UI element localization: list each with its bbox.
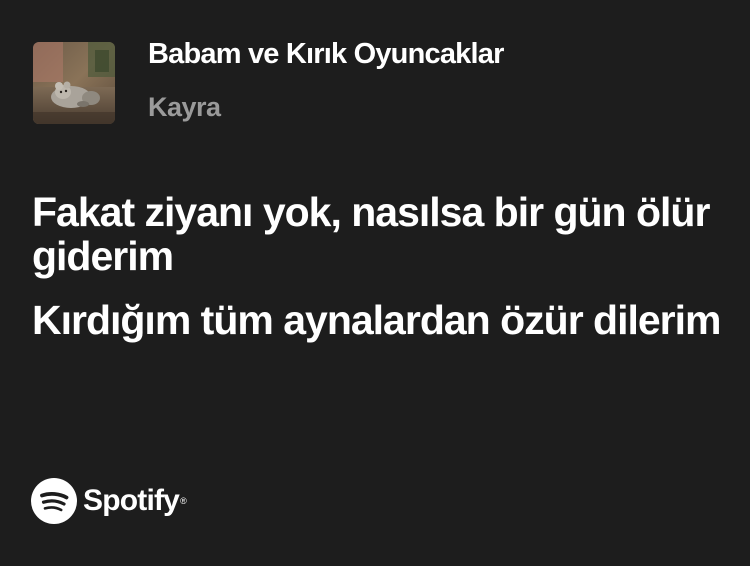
spotify-logo-icon [31, 478, 77, 524]
album-cover-image [33, 42, 115, 124]
lyrics-share-card: Babam ve Kırık Oyuncaklar Kayra Fakat zi… [0, 0, 750, 566]
lyric-line: Kırdığım tüm aynalardan özür dilerim [32, 297, 721, 343]
lyrics-block: Fakat ziyanı yok, nasılsa bir gün ölür g… [32, 190, 722, 362]
album-cover [33, 42, 115, 124]
trademark-symbol: ® [180, 496, 187, 506]
lyric-line: Fakat ziyanı yok, nasılsa bir gün ölür g… [32, 189, 710, 279]
spotify-brand: Spotify ® [31, 478, 187, 524]
track-artist: Kayra [148, 92, 221, 122]
track-title: Babam ve Kırık Oyuncaklar [148, 38, 504, 70]
spotify-wordmark: Spotify [83, 484, 180, 517]
